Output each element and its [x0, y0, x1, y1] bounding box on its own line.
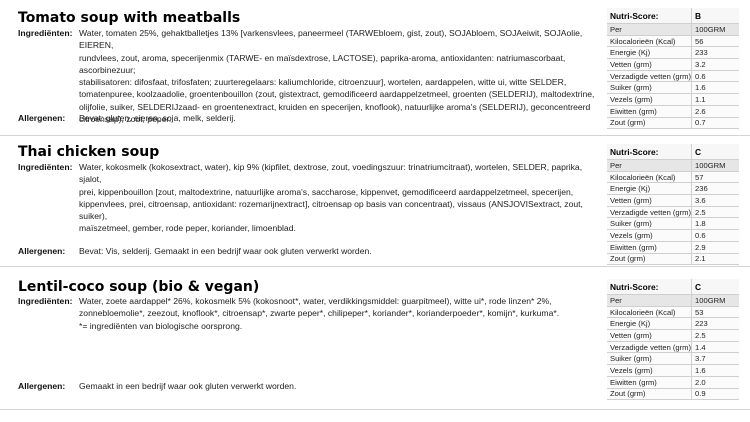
per-unit: 100GRM — [691, 23, 739, 36]
nutrient-row: Vezels (grm) 1.1 — [607, 93, 739, 106]
ingredients-text: Water, zoete aardappel* 26%, kokosmelk 5… — [79, 296, 560, 331]
per-unit: 100GRM — [691, 294, 739, 307]
nutrient-row: Eiwitten (grm) 2.0 — [607, 376, 739, 389]
nutri-score-value: C — [691, 279, 739, 295]
nutrient-row: Suiker (grm) 1.8 — [607, 217, 739, 231]
nutrient-row: Zout (grm) 0.7 — [607, 117, 739, 130]
nutrition-table: Nutri-Score: C Per 100GRM Kilocalorieën (K… — [607, 279, 739, 401]
allergens-label: Allergenen: — [18, 246, 66, 256]
product-title: Lentil-coco soup (bio & vegan) — [18, 279, 260, 295]
per-label: Per — [607, 294, 692, 307]
nutrient-row: Kilocalorieën (Kcal) 53 — [607, 306, 739, 319]
nutrient-row: Vetten (grm) 2.5 — [607, 329, 739, 342]
nutri-score-label: Nutri-Score: — [607, 8, 692, 24]
product-section-lentil-coco-soup: Lentil-coco soup (bio & vegan) Ingrediën… — [0, 267, 750, 410]
nutrient-row: Zout (grm) 0.9 — [607, 388, 739, 401]
ingredients-text: Water, kokosmelk (kokosextract, water), … — [79, 162, 583, 234]
nutrient-row: Verzadigde vetten (grm) 2.5 — [607, 206, 739, 219]
nutrient-row: Verzadigde vetten (grm) 1.4 — [607, 341, 739, 354]
nutri-score-value: B — [691, 8, 739, 24]
product-section-tomato-soup: Tomato soup with meatballs Ingrediënten:… — [0, 0, 750, 136]
product-title: Thai chicken soup — [18, 144, 160, 160]
nutrient-row: Eiwitten (grm) 2.9 — [607, 241, 739, 254]
per-unit: 100GRM — [691, 159, 739, 172]
per-label: Per — [607, 159, 692, 172]
product-title: Tomato soup with meatballs — [18, 10, 241, 26]
ingredients-label: Ingrediënten: — [18, 162, 73, 172]
nutrient-row: Eiwitten (grm) 2.6 — [607, 105, 739, 118]
nutrient-row: Vetten (grm) 3.2 — [607, 58, 739, 71]
ingredients-text: Water, tomaten 25%, gehaktballetjes 13% … — [79, 28, 595, 125]
allergens-text: Bevat: gluten, eieren, soja, melk, selde… — [79, 113, 236, 123]
allergens-text: Gemaakt in een bedrijf waar ook gluten v… — [79, 381, 297, 391]
nutri-score-label: Nutri-Score: — [607, 144, 692, 160]
nutrient-row: Vezels (grm) 1.6 — [607, 364, 739, 377]
nutri-score-label: Nutri-Score: — [607, 279, 692, 295]
nutrient-row: Kilocalorieën (Kcal) 57 — [607, 171, 739, 184]
nutrient-row: Suiker (grm) 1.6 — [607, 81, 739, 95]
allergens-label: Allergenen: — [18, 113, 66, 123]
nutrient-row: Vetten (grm) 3.6 — [607, 194, 739, 207]
product-section-thai-chicken-soup: Thai chicken soup Ingrediënten: Water, k… — [0, 136, 750, 267]
ingredients-label: Ingrediënten: — [18, 296, 73, 306]
nutrient-row: Energie (Kj) 236 — [607, 182, 739, 196]
nutrient-row: Vezels (grm) 0.6 — [607, 229, 739, 242]
nutrient-row: Zout (grm) 2.1 — [607, 253, 739, 266]
nutrient-row: Energie (Kj) 223 — [607, 317, 739, 331]
nutrition-table: Nutri-Score: C Per 100GRM Kilocalorieën (K… — [607, 144, 739, 266]
nutrient-row: Kilocalorieën (Kcal) 56 — [607, 35, 739, 48]
allergens-label: Allergenen: — [18, 381, 66, 391]
nutrient-row: Suiker (grm) 3.7 — [607, 352, 739, 366]
nutrition-table: Nutri-Score: B Per 100GRM Kilocalorieën (K… — [607, 8, 739, 130]
allergens-text: Bevat: Vis, selderij. Gemaakt in een bed… — [79, 246, 372, 256]
nutrient-row: Verzadigde vetten (grm) 0.6 — [607, 70, 739, 83]
nutrient-row: Energie (Kj) 233 — [607, 46, 739, 60]
nutri-score-value: C — [691, 144, 739, 160]
per-label: Per — [607, 23, 692, 36]
ingredients-label: Ingrediënten: — [18, 28, 73, 38]
